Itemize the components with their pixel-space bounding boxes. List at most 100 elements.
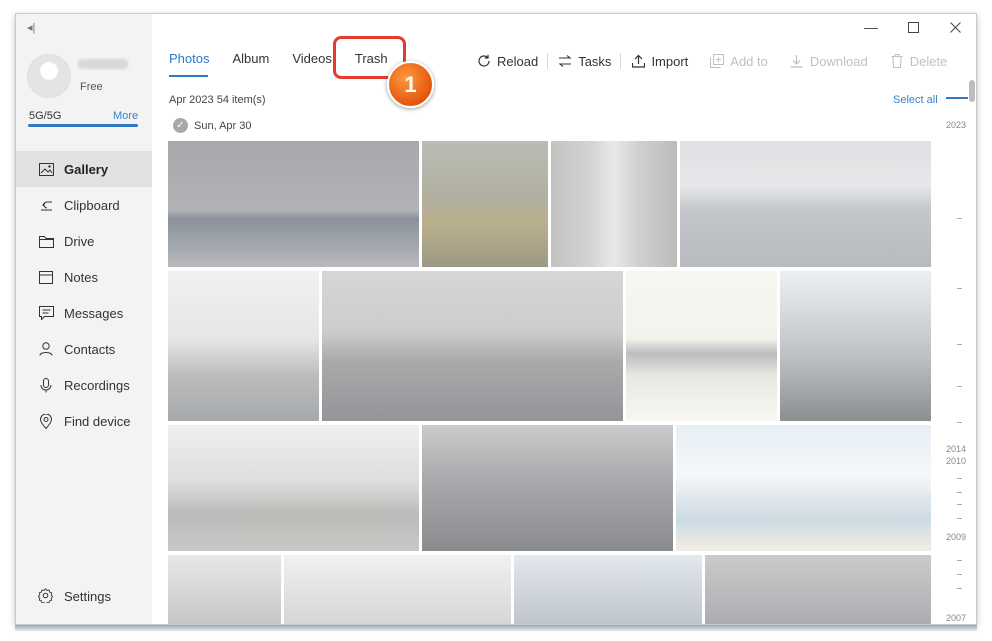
sidebar-item-clipboard[interactable]: Clipboard [16,187,152,223]
photo-thumbnail[interactable] [168,271,319,421]
import-button[interactable]: Import [630,51,688,71]
delete-label: Delete [909,53,948,69]
close-button[interactable] [934,14,976,40]
photo-thumbnail[interactable] [168,555,281,624]
timeline-year: 2007 [946,613,967,623]
sidebar-item-contacts[interactable]: Contacts [16,331,152,367]
toolbar: Reload Tasks Import Add to Download Dele… [476,51,947,71]
taskbar-edge [15,625,977,631]
timeline-year: 2009 [946,532,967,542]
add-to-album-icon [709,53,725,69]
sidebar-item-label: Find device [64,413,131,429]
location-icon [38,413,54,429]
tasks-button[interactable]: Tasks [557,51,611,71]
storage-bar [28,124,138,127]
reload-icon [476,53,492,69]
timeline-tick [957,518,962,519]
tab-videos[interactable]: Videos [292,51,332,73]
select-all-link[interactable]: Select all [893,94,938,106]
settings-label: Settings [64,588,111,604]
tasks-icon [557,53,573,69]
sidebar-item-label: Notes [64,269,98,285]
download-icon [789,53,805,69]
sidebar-item-gallery[interactable]: Gallery [16,151,152,187]
sidebar-item-label: Recordings [64,377,130,393]
photo-thumbnail[interactable] [322,271,623,421]
folder-icon [38,233,54,249]
contact-icon [38,341,54,357]
timeline-tick [957,504,962,505]
checkmark-icon[interactable]: ✓ [173,118,188,133]
reload-button[interactable]: Reload [476,51,538,71]
reload-label: Reload [497,53,539,69]
timeline-tick [957,574,962,575]
storage-more-link[interactable]: More [113,110,138,122]
storage-bar-fill [28,124,138,127]
gear-icon [38,588,54,604]
download-button[interactable]: Download [789,51,868,71]
sidebar-item-drive[interactable]: Drive [16,223,152,259]
delete-button[interactable]: Delete [889,51,948,71]
timeline-year: 2023 [946,120,967,130]
photo-thumbnail[interactable] [422,141,548,267]
timeline-scroller[interactable]: 2023 2014 2010 2009 2007 [942,84,972,624]
active-tab-indicator [169,75,208,77]
photo-grid [168,141,932,624]
photo-thumbnail[interactable] [168,425,419,551]
photo-thumbnail[interactable] [680,141,931,267]
timeline-year: 2010 [946,456,967,466]
storage-usage: 5G/5G [29,110,62,122]
add-to-button[interactable]: Add to [709,51,768,71]
timeline-current-marker [946,97,968,99]
sidebar-item-notes[interactable]: Notes [16,259,152,295]
tab-photos[interactable]: Photos [169,51,209,73]
clipboard-icon [38,197,54,213]
timeline-tick [957,560,962,561]
upload-icon [630,53,646,69]
scrollbar-thumb[interactable] [969,80,975,102]
tab-album[interactable]: Album [232,51,269,73]
sidebar-item-label: Gallery [64,161,109,177]
photo-thumbnail[interactable] [626,271,777,421]
avatar[interactable] [27,54,71,98]
timeline-tick [957,422,962,423]
sidebar-item-label: Clipboard [64,197,120,213]
sidebar-item-recordings[interactable]: Recordings [16,367,152,403]
sidebar-item-label: Drive [64,233,95,249]
sidebar-item-label: Contacts [64,341,116,357]
timeline-year: 2014 [946,444,967,454]
date-group-label: Sun, Apr 30 [194,119,252,132]
toolbar-divider [547,53,549,69]
sidebar-item-label: Messages [64,305,124,321]
toolbar-divider [620,53,622,69]
collapse-sidebar-icon[interactable]: ◂| [27,21,41,34]
sidebar-item-messages[interactable]: Messages [16,295,152,331]
photo-thumbnail[interactable] [284,555,511,624]
sidebar-item-find-device[interactable]: Find device [16,403,152,439]
photo-thumbnail[interactable] [168,141,419,267]
timeline-tick [957,492,962,493]
plan-label: Free [80,81,103,93]
date-group-header[interactable]: ✓ Sun, Apr 30 [173,118,252,133]
timeline-tick [957,288,962,289]
photo-thumbnail[interactable] [780,271,931,421]
sidebar-item-settings[interactable]: Settings [38,588,111,604]
message-icon [38,305,54,321]
window-controls: — [850,14,976,40]
timeline-tick [957,344,962,345]
photo-thumbnail[interactable] [514,555,702,624]
username-blurred [78,59,128,69]
photo-thumbnail[interactable] [422,425,673,551]
app-window: ◂| Free 5G/5G More Gallery Clipboard Dri… [15,13,977,625]
timeline-tick [957,218,962,219]
timeline-tick [957,588,962,589]
tasks-label: Tasks [578,53,612,69]
photo-thumbnail[interactable] [551,141,677,267]
maximize-button[interactable] [892,14,934,40]
photo-thumbnail[interactable] [705,555,931,624]
minimize-button[interactable]: — [850,14,892,40]
microphone-icon [38,377,54,393]
photo-thumbnail[interactable] [676,425,931,551]
gallery-icon [38,161,54,177]
notes-icon [38,269,54,285]
